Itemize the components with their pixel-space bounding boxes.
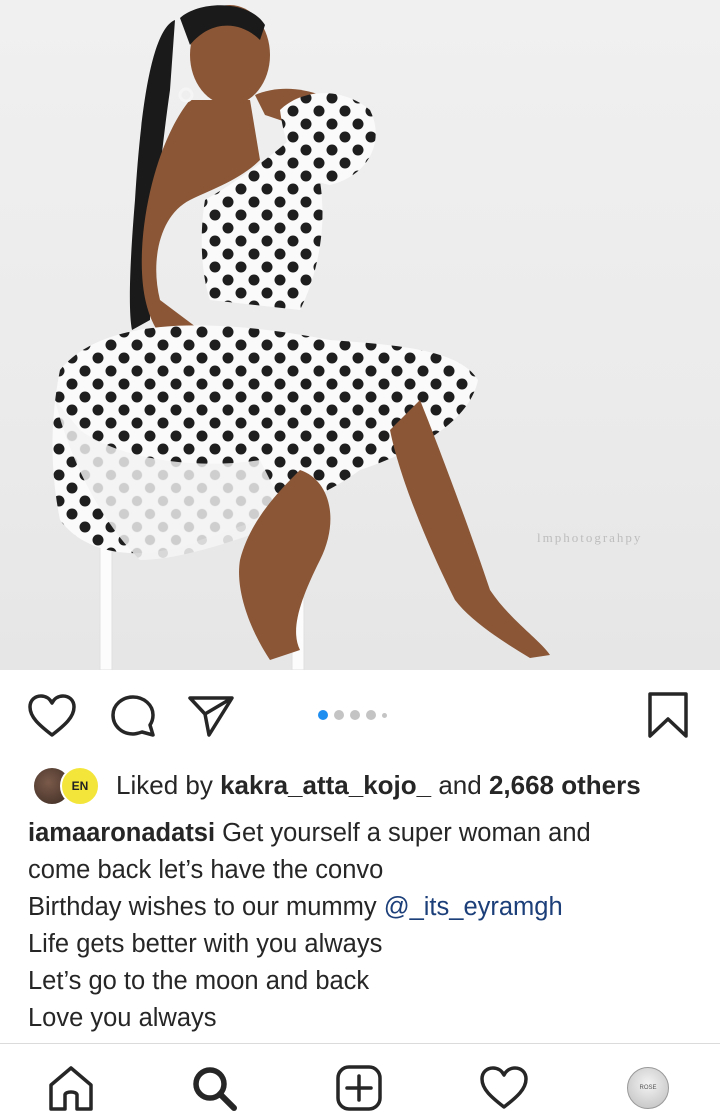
nav-home[interactable] bbox=[45, 1062, 97, 1114]
profile-avatar: ROSE bbox=[627, 1067, 669, 1109]
nav-add-post[interactable] bbox=[333, 1062, 385, 1114]
home-icon bbox=[49, 1066, 93, 1111]
carousel-dot bbox=[334, 710, 344, 720]
like-button[interactable] bbox=[26, 692, 78, 740]
profile-avatar-text: ROSE bbox=[639, 1085, 657, 1091]
bottom-nav: ROSE bbox=[0, 1043, 720, 1119]
save-button[interactable] bbox=[644, 690, 692, 740]
likes-count[interactable]: 2,668 others bbox=[489, 770, 641, 801]
nav-search[interactable] bbox=[188, 1062, 240, 1114]
nav-activity[interactable] bbox=[478, 1062, 530, 1114]
share-button[interactable] bbox=[186, 692, 236, 740]
send-icon bbox=[188, 696, 234, 737]
heart-icon bbox=[28, 694, 76, 737]
bookmark-icon bbox=[648, 692, 688, 738]
caption-mention[interactable]: @_its_eyramgh bbox=[384, 893, 563, 921]
caption-line: Love you always bbox=[28, 1004, 217, 1032]
carousel-dot-active bbox=[318, 710, 328, 720]
heart-icon bbox=[480, 1066, 528, 1109]
carousel-dot bbox=[366, 710, 376, 720]
liker-username[interactable]: kakra_atta_kojo_ bbox=[220, 770, 431, 801]
likes-prefix: Liked by bbox=[116, 769, 221, 800]
likes-middle: and bbox=[431, 769, 489, 800]
caption-line: Birthday wishes to our mummy bbox=[28, 893, 384, 921]
nav-profile[interactable]: ROSE bbox=[622, 1062, 674, 1114]
carousel-dot bbox=[382, 712, 387, 718]
liker-avatars: EN bbox=[32, 766, 108, 806]
likes-summary[interactable]: EN Liked by kakra_atta_kojo_ and 2,668 o… bbox=[32, 765, 641, 806]
caption-line: Life gets better with you always bbox=[28, 930, 383, 958]
add-post-icon bbox=[336, 1065, 382, 1111]
caption-username[interactable]: iamaaronadatsi bbox=[28, 819, 215, 847]
polka-dot-dress-photo bbox=[52, 5, 550, 670]
carousel-indicator bbox=[318, 708, 387, 722]
caption-line: Let’s go to the moon and back bbox=[28, 967, 370, 995]
caption-line: come back let’s have the convo bbox=[28, 856, 384, 884]
avatar-initials: EN bbox=[71, 779, 89, 793]
post-caption: iamaaronadatsi Get yourself a super woma… bbox=[28, 815, 708, 1037]
search-icon bbox=[193, 1067, 237, 1111]
carousel-dot bbox=[350, 710, 360, 720]
caption-line: Get yourself a super woman and bbox=[215, 819, 591, 847]
avatar: EN bbox=[60, 766, 100, 806]
photo-watermark: lmphotograhpy bbox=[537, 530, 643, 545]
post-photo[interactable]: lmphotograhpy bbox=[0, 0, 720, 670]
comment-button[interactable] bbox=[108, 692, 158, 740]
comment-icon bbox=[111, 695, 155, 737]
